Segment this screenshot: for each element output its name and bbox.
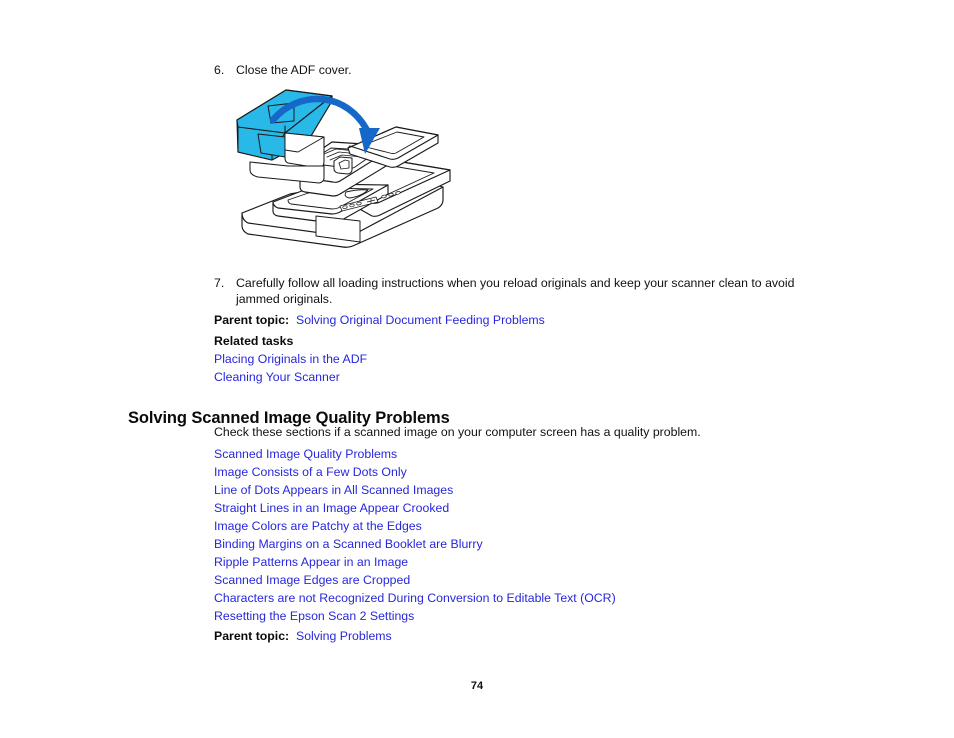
list-item: Image Consists of a Few Dots Only <box>214 463 616 481</box>
step-text: Close the ADF cover. <box>236 63 352 77</box>
step-text: Carefully follow all loading instruction… <box>236 276 795 306</box>
list-item: Binding Margins on a Scanned Booklet are… <box>214 535 616 553</box>
topic-link[interactable]: Scanned Image Edges are Cropped <box>214 573 410 587</box>
related-tasks-label: Related tasks <box>214 334 294 348</box>
scanner-adf-cover-closing-illustration <box>228 84 456 252</box>
step-number: 6. <box>214 63 225 77</box>
topic-link[interactable]: Resetting the Epson Scan 2 Settings <box>214 609 414 623</box>
related-task-link-2: Cleaning Your Scanner <box>214 369 340 385</box>
topic-link[interactable]: Image Consists of a Few Dots Only <box>214 465 407 479</box>
topic-link[interactable]: Straight Lines in an Image Appear Crooke… <box>214 501 449 515</box>
step-item-7: 7. Carefully follow all loading instruct… <box>214 275 796 307</box>
parent-topic-line: Parent topic: Solving Original Document … <box>214 312 545 328</box>
list-item: Ripple Patterns Appear in an Image <box>214 553 616 571</box>
parent-topic-line: Parent topic: Solving Problems <box>214 628 392 644</box>
list-item: Resetting the Epson Scan 2 Settings <box>214 607 616 625</box>
topic-link[interactable]: Characters are not Recognized During Con… <box>214 591 616 605</box>
parent-topic-label: Parent topic: <box>214 629 290 643</box>
list-item: Straight Lines in an Image Appear Crooke… <box>214 499 616 517</box>
parent-topic-link[interactable]: Solving Problems <box>296 629 392 643</box>
related-task-link-1: Placing Originals in the ADF <box>214 351 367 367</box>
related-task-link[interactable]: Placing Originals in the ADF <box>214 352 367 366</box>
document-page: 6. Close the ADF cover. 7. Carefully fol… <box>0 0 954 738</box>
topic-link-list: Scanned Image Quality Problems Image Con… <box>214 445 616 625</box>
step-item-6: 6. Close the ADF cover. <box>214 62 814 78</box>
topic-link[interactable]: Line of Dots Appears in All Scanned Imag… <box>214 483 453 497</box>
related-task-link[interactable]: Cleaning Your Scanner <box>214 370 340 384</box>
section-intro-paragraph: Check these sections if a scanned image … <box>214 425 701 439</box>
topic-link[interactable]: Binding Margins on a Scanned Booklet are… <box>214 537 483 551</box>
topic-link[interactable]: Scanned Image Quality Problems <box>214 447 397 461</box>
list-item: Line of Dots Appears in All Scanned Imag… <box>214 481 616 499</box>
parent-topic-label: Parent topic: <box>214 313 290 327</box>
list-item: Image Colors are Patchy at the Edges <box>214 517 616 535</box>
topic-link[interactable]: Image Colors are Patchy at the Edges <box>214 519 422 533</box>
topic-link[interactable]: Ripple Patterns Appear in an Image <box>214 555 408 569</box>
parent-topic-link[interactable]: Solving Original Document Feeding Proble… <box>296 313 545 327</box>
list-item: Scanned Image Quality Problems <box>214 445 616 463</box>
step-number: 7. <box>214 276 225 290</box>
page-number: 74 <box>470 680 484 692</box>
list-item: Scanned Image Edges are Cropped <box>214 571 616 589</box>
list-item: Characters are not Recognized During Con… <box>214 589 616 607</box>
